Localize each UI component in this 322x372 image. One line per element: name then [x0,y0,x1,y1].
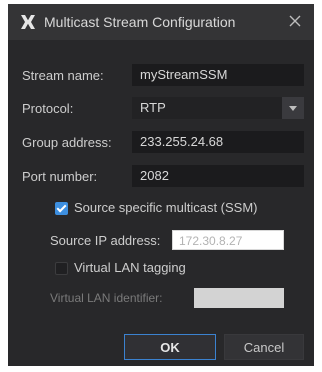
x-logo-icon [20,15,36,32]
source-ip-label: Source IP address: [50,233,161,248]
vlan-id-input[interactable] [194,288,284,308]
ok-button[interactable]: OK [124,334,216,360]
protocol-select[interactable]: RTP [132,97,304,119]
vlan-tagging-checkbox[interactable] [55,262,68,275]
port-number-input[interactable]: 2082 [132,165,304,187]
cancel-button[interactable]: Cancel [224,334,304,360]
stream-name-input[interactable]: myStreamSSM [132,64,304,86]
title-bar: Multicast Stream Configuration [8,4,314,40]
source-ip-input[interactable]: 172.30.8.27 [172,230,284,250]
group-address-label: Group address: [22,135,112,150]
ssm-checkbox[interactable] [55,202,68,215]
protocol-select-value: RTP [140,100,166,115]
multicast-dialog: Multicast Stream Configuration Stream na… [8,4,314,366]
protocol-label: Protocol: [22,101,74,116]
close-icon[interactable] [286,12,304,30]
port-number-label: Port number: [22,169,98,184]
dialog-title: Multicast Stream Configuration [44,14,236,30]
ssm-label[interactable]: Source specific multicast (SSM) [74,200,258,215]
vlan-id-label: Virtual LAN identifier: [50,291,163,305]
vlan-tagging-label[interactable]: Virtual LAN tagging [74,260,186,275]
group-address-input[interactable]: 233.255.24.68 [132,131,304,153]
chevron-down-icon[interactable] [282,97,304,119]
stream-name-label: Stream name: [22,68,104,83]
